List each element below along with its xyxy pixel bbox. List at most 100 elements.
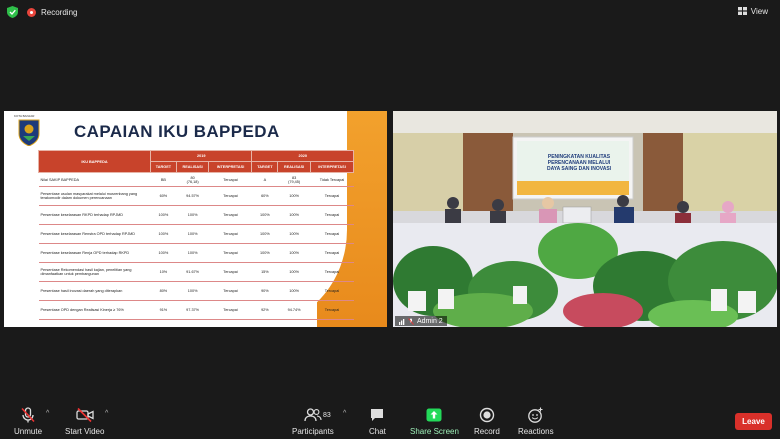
table-cell: 80% xyxy=(150,281,177,301)
table-row: Persentase Rekomendasi hasil kajian, pen… xyxy=(38,262,354,282)
security-shield-icon[interactable] xyxy=(7,6,18,18)
table-cell: Tercapai xyxy=(310,262,354,282)
recording-icon xyxy=(27,7,36,17)
meeting-room-scene xyxy=(393,111,777,327)
unmute-button[interactable]: Unmute xyxy=(14,407,42,436)
table-cell: Tercapai xyxy=(310,281,354,301)
table-cell: Tercapai xyxy=(310,243,354,263)
muted-mic-icon xyxy=(408,317,414,325)
row-label: Persentase usulan masyarakat melalui mus… xyxy=(38,186,151,206)
video-options-caret[interactable]: ^ xyxy=(105,410,108,417)
slide-title: CAPAIAN IKU BAPPEDA xyxy=(74,122,280,141)
start-video-label: Start Video xyxy=(65,427,105,436)
table-cell: Tercapai xyxy=(208,300,252,320)
shared-screen-slide: KOTA BANJAR CAPAIAN IKU BAPPEDA IKU BAPP… xyxy=(4,111,387,327)
table-row: Nilai SAKIP BAPPEDA BB 80 (76,18) Tercapai A… xyxy=(38,172,354,187)
participant-name: Admin 2 xyxy=(417,317,443,325)
banner-line-3: DAYA SAING DAN INOVASI xyxy=(546,166,612,172)
table-cell: 100% xyxy=(251,205,278,225)
table-cell: BB xyxy=(150,172,177,187)
table-cell: Tercapai xyxy=(310,205,354,225)
iku-table: IKU BAPPEDA 2019 2020 TARGET REALISASI I… xyxy=(38,150,355,320)
unmute-label: Unmute xyxy=(14,427,43,436)
table-row: Persentase keselarasan RKPD terhadap RPJ… xyxy=(38,205,354,225)
meeting-toolbar: Unmute ^ Start Video ^ Participants 83 ^… xyxy=(0,402,780,439)
table-cell: 90% xyxy=(251,281,278,301)
table-cell: Tercapai xyxy=(208,172,252,187)
table-cell: 100% xyxy=(277,224,311,244)
table-cell: 100% xyxy=(150,224,177,244)
chat-bubble-icon xyxy=(371,409,384,421)
header-year-2020: 2020 xyxy=(251,150,354,162)
table-cell: 83 (79,45) xyxy=(277,172,311,187)
muted-microphone-icon xyxy=(21,407,35,423)
table-cell: 100% xyxy=(251,224,278,244)
view-label: View xyxy=(750,6,768,16)
table-cell: Tercapai xyxy=(208,224,252,244)
table-cell: 60% xyxy=(150,186,177,206)
subheader-interpretasi: INTERPRETASI xyxy=(309,161,355,173)
table-row: Persentase usulan masyarakat melalui mus… xyxy=(38,186,354,206)
record-icon xyxy=(479,407,495,423)
participants-options-caret[interactable]: ^ xyxy=(343,410,346,417)
table-cell: Tercapai xyxy=(310,186,354,206)
reactions-label: Reactions xyxy=(518,427,554,436)
table-cell: Tercapai xyxy=(310,224,354,244)
video-off-icon xyxy=(76,407,94,423)
top-bar: Recording View xyxy=(0,0,780,24)
table-cell: Tercapai xyxy=(310,300,354,320)
record-label: Record xyxy=(474,427,500,436)
subheader-realisasi: REALISASI xyxy=(277,161,311,173)
recording-indicator[interactable]: Recording xyxy=(27,6,77,18)
city-emblem-icon xyxy=(18,119,40,146)
table-row: Presentase OPD dengan Realisasi Kinerja … xyxy=(38,300,354,320)
participant-name-label: Admin 2 xyxy=(395,316,447,326)
chat-button[interactable]: Chat xyxy=(369,407,386,436)
table-cell: 100% xyxy=(277,262,311,282)
header-year-2019: 2019 xyxy=(149,150,253,162)
table-cell: 100% xyxy=(277,243,311,263)
table-cell: 100% xyxy=(277,205,311,225)
row-label: Persentase keselarasan Renstra OPD terha… xyxy=(38,224,151,244)
participants-label: Participants xyxy=(292,427,334,436)
share-screen-button[interactable]: Share Screen xyxy=(410,407,459,436)
table-cell: Tercapai xyxy=(208,243,252,263)
row-label: Persentase Rekomendasi hasil kajian, pen… xyxy=(38,262,151,282)
row-label: Presentase OPD dengan Realisasi Kinerja … xyxy=(38,300,151,320)
table-cell: Tercapai xyxy=(208,262,252,282)
share-screen-label: Share Screen xyxy=(410,427,459,436)
view-button[interactable]: View xyxy=(734,4,772,18)
signal-bars-icon xyxy=(399,318,405,325)
row-label: Persentase keselarasan RKPD terhadap RPJ… xyxy=(38,205,151,225)
record-button[interactable]: Record xyxy=(474,407,500,436)
table-cell: 100% xyxy=(176,224,209,244)
table-row: Persentase keselarasan Renja OPD terhada… xyxy=(38,243,354,263)
table-cell: 97.37% xyxy=(176,300,209,320)
table-cell: 10% xyxy=(150,262,177,282)
table-row: Presentase hasil inovasi daerah yang dit… xyxy=(38,281,354,301)
header-iku-bappeda: IKU BAPPEDA xyxy=(38,150,151,173)
leave-button[interactable]: Leave xyxy=(735,413,772,430)
table-cell: 94.57% xyxy=(176,186,209,206)
reactions-button[interactable]: Reactions xyxy=(518,407,554,436)
table-cell: 60% xyxy=(251,186,278,206)
recording-label: Recording xyxy=(41,7,78,17)
row-label: Presentase hasil inovasi daerah yang dit… xyxy=(38,281,151,301)
subheader-realisasi: REALISASI xyxy=(175,161,210,173)
participants-icon xyxy=(304,408,322,422)
table-cell: Tercapai xyxy=(208,186,252,206)
subheader-target: TARGET xyxy=(150,161,177,173)
table-cell: 100% xyxy=(176,205,209,225)
participant-video[interactable]: PENINGKATAN KUALITAS PERENCANAAN MELALUI… xyxy=(393,111,777,327)
grid-view-icon xyxy=(737,7,747,15)
table-cell: 91% xyxy=(150,300,177,320)
audio-options-caret[interactable]: ^ xyxy=(46,410,49,417)
table-cell: 80 (76,18) xyxy=(176,172,209,187)
table-cell: A xyxy=(251,172,278,187)
share-screen-icon xyxy=(426,408,442,422)
table-cell: 94.74% xyxy=(277,300,311,320)
start-video-button[interactable]: Start Video xyxy=(65,407,104,436)
participants-count: 83 xyxy=(323,412,331,419)
table-cell: Tercapai xyxy=(208,205,252,225)
table-cell: 100% xyxy=(277,186,311,206)
